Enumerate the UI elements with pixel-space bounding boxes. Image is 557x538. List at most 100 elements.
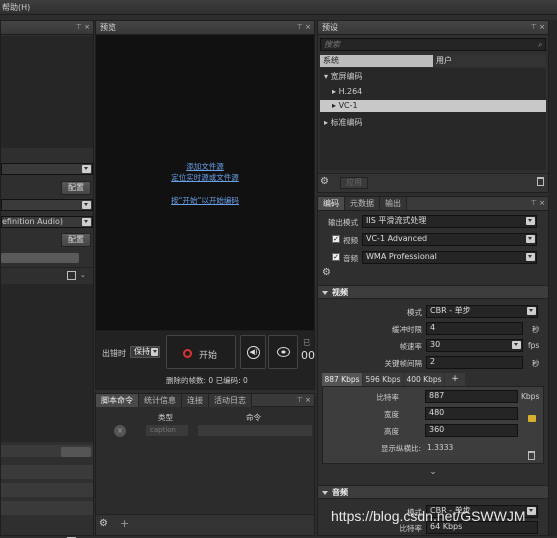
column-command-header: 命令	[246, 413, 261, 422]
audio-bitrate-label: 比特率	[399, 524, 423, 533]
tree-node-vc1[interactable]: ▸ VC-1	[320, 100, 546, 112]
audio-section-header[interactable]: 音频	[318, 485, 548, 499]
width-value: 480	[429, 408, 445, 417]
mode-select[interactable]: CBR - 单步	[426, 305, 538, 318]
bitrate-tab-596[interactable]: 596 Kbps	[363, 373, 403, 386]
output-mode-value: IIS 平滑流式处理	[366, 216, 427, 225]
mode-value: CBR - 单步	[430, 306, 471, 315]
tab-metadata[interactable]: 元数据	[345, 197, 380, 210]
start-button[interactable]: 开始	[166, 335, 236, 369]
width-input[interactable]: 480	[425, 407, 518, 420]
keyframe-value: 2	[430, 357, 436, 366]
pin-close-icons[interactable]: ⊤ ×	[531, 199, 545, 207]
bitrate-value: 887	[429, 391, 445, 400]
tab-activity-log[interactable]: 活动日志	[209, 394, 252, 407]
presets-tree: ▾ 宽屏编码 ▸ H.264 ▸ VC-1 ▸ 标准编码	[320, 68, 546, 170]
left-separator	[1, 267, 93, 268]
tab-statistics[interactable]: 统计信息	[139, 394, 182, 407]
start-button-label: 开始	[199, 351, 218, 361]
framerate-unit: fps	[528, 341, 540, 350]
chevron-down-icon	[151, 348, 158, 356]
tab-connections[interactable]: 连接	[182, 394, 209, 407]
output-mode-select[interactable]: IIS 平滑流式处理	[362, 215, 537, 228]
video-codec-select[interactable]: VC-1 Advanced	[362, 233, 537, 246]
right-scrollbar[interactable]	[549, 20, 557, 536]
bottom-tab-strip: 脚本命令 统计信息 连接 活动日志 ⊤ ×	[96, 394, 314, 407]
trash-icon[interactable]	[537, 177, 544, 186]
audio-codec-select[interactable]: WMA Professional	[362, 251, 537, 264]
left-row-3[interactable]	[1, 501, 93, 515]
grid-icon[interactable]	[67, 271, 76, 280]
bitrate-panel: 比特率 887 Kbps 宽度 480 高度 360 显示纵横比: 1.3333	[322, 386, 544, 464]
keyframe-input[interactable]: 2	[426, 356, 523, 369]
type-dropdown[interactable]: caption	[146, 425, 188, 436]
bitrate-input[interactable]: 887	[425, 390, 518, 403]
buffer-input[interactable]: 4	[426, 322, 523, 335]
pin-close-icons[interactable]: ⊤ ×	[531, 21, 545, 34]
left-slider[interactable]	[1, 253, 79, 263]
bitrate-tab-887[interactable]: 887 Kbps	[322, 373, 362, 386]
apply-button[interactable]: 应用	[340, 177, 368, 189]
tree-label-h264: H.264	[338, 87, 363, 96]
buffer-label: 缓冲时限	[392, 325, 422, 334]
gear-icon[interactable]: ⚙	[99, 518, 108, 529]
left-bottom-button[interactable]	[61, 447, 91, 457]
chevron-down-icon[interactable]: ⌄	[80, 271, 86, 279]
expand-chevron-icon[interactable]: ⌄	[318, 467, 548, 477]
tab-output[interactable]: 输出	[380, 197, 407, 210]
config-button-2[interactable]: 配置	[61, 233, 91, 247]
start-encoding-link[interactable]: 按“开始”以开始编码	[96, 195, 314, 206]
framerate-select[interactable]: 30	[426, 339, 523, 352]
presets-toolbar: ⚙ 应用	[318, 173, 548, 192]
config-button-1[interactable]: 配置	[61, 181, 91, 195]
tab-encoding[interactable]: 编码	[318, 197, 345, 210]
presets-search-input[interactable]: 搜索 ⌕	[320, 38, 546, 51]
audio-monitor-button[interactable]: ◀)	[240, 335, 266, 369]
menu-bar: 帮助(H)	[0, 0, 557, 15]
add-row-icon[interactable]: ×	[114, 425, 126, 437]
pin-close-icons[interactable]: ⊤ ×	[297, 396, 311, 404]
left-panel-header: ⊤ ×	[1, 21, 93, 35]
left-row-1[interactable]	[1, 465, 93, 479]
lock-icon[interactable]	[528, 415, 536, 422]
left-row-2[interactable]	[1, 483, 93, 497]
menu-help[interactable]: 帮助(H)	[2, 2, 30, 13]
collapse-icon	[322, 291, 328, 295]
pin-close-icons[interactable]: ⊤ ×	[297, 21, 311, 34]
output-mode-label: 输出模式	[328, 218, 358, 227]
left-audio-device-dropdown[interactable]: efinition Audio)	[1, 216, 93, 228]
video-checkbox[interactable]: ✓	[332, 235, 340, 243]
trash-icon[interactable]	[528, 451, 535, 460]
chevron-down-icon	[526, 217, 535, 225]
speaker-icon: ◀)	[247, 346, 260, 359]
add-bitrate-tab[interactable]: +	[445, 373, 465, 386]
bitrate-label: 比特率	[376, 393, 400, 402]
preview-toggle-button[interactable]	[268, 335, 298, 369]
tab-user[interactable]: 用户	[433, 55, 546, 67]
height-input[interactable]: 360	[425, 424, 518, 437]
aspect-label: 显示纵横比:	[380, 444, 421, 453]
left-dropdown-2[interactable]	[1, 199, 93, 211]
gear-icon[interactable]: ⚙	[320, 176, 329, 187]
add-file-source-link[interactable]: 添加文件源	[96, 161, 314, 172]
audio-checkbox[interactable]: ✓	[332, 253, 340, 261]
add-icon[interactable]: +	[120, 517, 129, 530]
tree-node-h264[interactable]: ▸ H.264	[332, 87, 362, 96]
bitrate-tab-400[interactable]: 400 Kbps	[404, 373, 444, 386]
tab-script-commands[interactable]: 脚本命令	[96, 394, 139, 407]
video-section-header[interactable]: 视频	[318, 285, 548, 299]
left-dropdown-1[interactable]	[1, 163, 93, 175]
tree-node-widescreen[interactable]: ▾ 宽屏编码	[324, 71, 363, 82]
locate-live-source-link[interactable]: 定位实时源或文件源	[96, 172, 314, 183]
gear-icon[interactable]: ⚙	[322, 267, 331, 278]
chevron-down-icon	[526, 235, 535, 243]
bitrate-tab-strip: 887 Kbps 596 Kbps 400 Kbps +	[322, 373, 544, 386]
audio-label: 音频	[343, 254, 358, 263]
on-error-select[interactable]: 保持	[130, 346, 160, 358]
tab-system[interactable]: 系统	[320, 55, 433, 67]
command-input[interactable]	[198, 425, 312, 436]
chevron-down-icon	[82, 218, 91, 226]
buffer-unit: 秒	[532, 325, 540, 334]
tree-node-standard[interactable]: ▸ 标准编码	[324, 117, 363, 128]
pin-close-icons[interactable]: ⊤ ×	[76, 21, 90, 34]
